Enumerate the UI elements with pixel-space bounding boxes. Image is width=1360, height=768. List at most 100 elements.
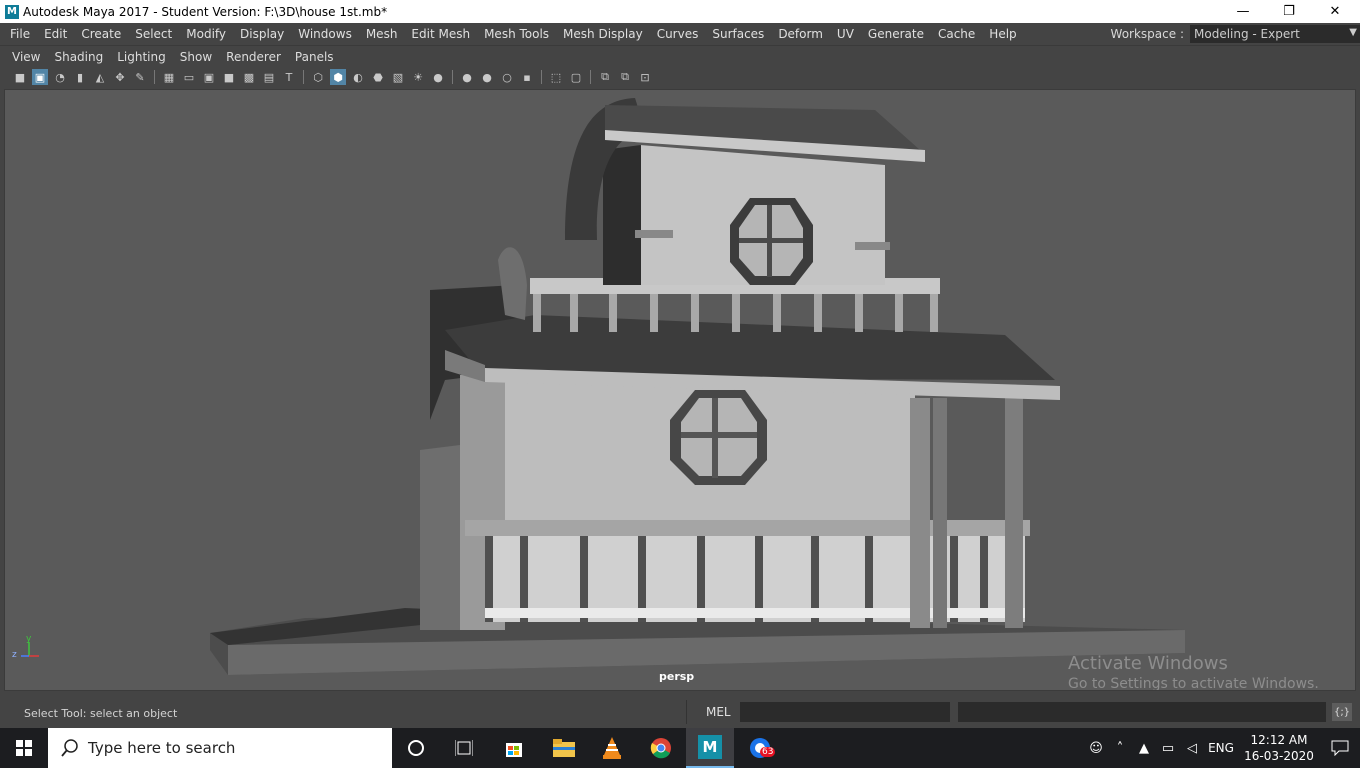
menu-file[interactable]: File: [0, 27, 37, 41]
windows-taskbar: Type here to search M 63 ☺ ˄ ▲ ▭ ◁ ENG 1…: [0, 728, 1360, 768]
panel-menu-view[interactable]: View: [0, 50, 47, 64]
perspective-viewport[interactable]: y z persp Activate Windows Go to Setting…: [4, 89, 1356, 691]
cortana-icon[interactable]: [392, 728, 440, 768]
textured-icon[interactable]: ▧: [390, 69, 406, 85]
menu-edit[interactable]: Edit: [37, 27, 74, 41]
action-center-icon[interactable]: [1320, 728, 1360, 768]
house-model-render: [210, 98, 1185, 675]
activate-windows-watermark: Activate Windows Go to Settings to activ…: [1068, 653, 1319, 691]
toolbar-separator: [452, 70, 453, 84]
close-button[interactable]: ✕: [1312, 0, 1358, 23]
menu-cache[interactable]: Cache: [931, 27, 982, 41]
start-button[interactable]: [0, 728, 48, 768]
search-icon: [61, 739, 78, 757]
resolution-gate-icon[interactable]: ▣: [201, 69, 217, 85]
menu-surfaces[interactable]: Surfaces: [705, 27, 771, 41]
watermark-subtitle: Go to Settings to activate Windows.: [1068, 676, 1319, 691]
menu-curves[interactable]: Curves: [650, 27, 706, 41]
safe-action-icon[interactable]: ▤: [261, 69, 277, 85]
vlc-icon[interactable]: [588, 728, 636, 768]
workspace-value: Modeling - Expert: [1194, 27, 1300, 41]
chevron-down-icon: ▼: [1349, 27, 1357, 38]
menu-select[interactable]: Select: [128, 27, 179, 41]
maya-taskbar-icon[interactable]: M: [686, 728, 734, 768]
image-plane-icon[interactable]: ◭: [92, 69, 108, 85]
clock[interactable]: 12:12 AM 16-03-2020: [1238, 732, 1320, 764]
task-view-icon[interactable]: [440, 728, 488, 768]
autodesk-icon[interactable]: ▲: [1132, 728, 1156, 768]
network-icon[interactable]: ▭: [1156, 728, 1180, 768]
wireframe-on-shaded-icon[interactable]: ⬣: [370, 69, 386, 85]
bookmark-camera-icon[interactable]: ◔: [52, 69, 68, 85]
panel-menu-panels[interactable]: Panels: [288, 50, 341, 64]
field-chart-icon[interactable]: ▩: [241, 69, 257, 85]
command-input[interactable]: [740, 702, 950, 722]
shadows-icon[interactable]: ●: [430, 69, 446, 85]
panel-menu-shading[interactable]: Shading: [47, 50, 110, 64]
two-d-pan-icon[interactable]: ✥: [112, 69, 128, 85]
people-icon[interactable]: ☺: [1084, 728, 1108, 768]
camera-attributes-icon[interactable]: ▣: [32, 69, 48, 85]
menu-display[interactable]: Display: [233, 27, 291, 41]
mel-toggle[interactable]: MEL: [706, 705, 731, 719]
grease-pencil-icon[interactable]: ✎: [132, 69, 148, 85]
chrome-icon[interactable]: [637, 728, 685, 768]
menu-create[interactable]: Create: [74, 27, 128, 41]
menu-mesh-tools[interactable]: Mesh Tools: [477, 27, 556, 41]
menu-edit-mesh[interactable]: Edit Mesh: [404, 27, 477, 41]
film-gate-icon[interactable]: ▭: [181, 69, 197, 85]
panel-menu-bar: View Shading Lighting Show Renderer Pane…: [0, 45, 1360, 67]
taskbar-search[interactable]: Type here to search: [48, 728, 392, 768]
panel-menu-lighting[interactable]: Lighting: [110, 50, 173, 64]
maximize-button[interactable]: ❐: [1266, 0, 1312, 23]
depth-of-field-icon[interactable]: ▪: [519, 69, 535, 85]
menu-uv[interactable]: UV: [830, 27, 861, 41]
use-all-lights-icon[interactable]: ☀: [410, 69, 426, 85]
isolate-select-icon[interactable]: ⬚: [548, 69, 564, 85]
safe-title-icon[interactable]: T: [281, 69, 297, 85]
microsoft-store-icon[interactable]: [490, 728, 538, 768]
toolbar-separator: [541, 70, 542, 84]
panel-menu-renderer[interactable]: Renderer: [219, 50, 288, 64]
camera-icon[interactable]: ■: [12, 69, 28, 85]
workspace-selector: Workspace : Modeling - Expert ▼: [1111, 23, 1360, 45]
panel-menu-show[interactable]: Show: [173, 50, 219, 64]
script-editor-icon[interactable]: {;}: [1332, 703, 1352, 721]
toolbar-separator: [303, 70, 304, 84]
help-line-text: Select Tool: select an object: [24, 707, 178, 720]
bookmark-icon[interactable]: ▮: [72, 69, 88, 85]
smooth-shade-icon[interactable]: ⬢: [330, 69, 346, 85]
notification-badge: 63: [760, 747, 776, 757]
menu-deform[interactable]: Deform: [771, 27, 830, 41]
axis-gizmo: y z: [11, 634, 41, 668]
chevron-up-icon[interactable]: ˄: [1108, 728, 1132, 768]
workspace-dropdown[interactable]: Modeling - Expert ▼: [1190, 25, 1360, 43]
file-explorer-icon[interactable]: [540, 728, 588, 768]
wireframe-icon[interactable]: ⬡: [310, 69, 326, 85]
minimize-button[interactable]: —: [1220, 0, 1266, 23]
menu-windows[interactable]: Windows: [291, 27, 359, 41]
maya-taskbar-glyph: M: [698, 735, 722, 759]
volume-icon[interactable]: ◁: [1180, 728, 1204, 768]
xray-icon[interactable]: ▢: [568, 69, 584, 85]
language-indicator[interactable]: ENG: [1204, 741, 1238, 755]
motion-blur-icon[interactable]: ●: [479, 69, 495, 85]
use-default-material-icon[interactable]: ◐: [350, 69, 366, 85]
gate-mask-icon[interactable]: ■: [221, 69, 237, 85]
menu-mesh[interactable]: Mesh: [359, 27, 405, 41]
grid-icon[interactable]: ▦: [161, 69, 177, 85]
messenger-icon[interactable]: 63: [736, 728, 784, 768]
clock-time: 12:12 AM: [1250, 733, 1308, 747]
xray-joints-icon[interactable]: ⧉: [617, 69, 633, 85]
menu-help[interactable]: Help: [982, 27, 1023, 41]
menu-generate[interactable]: Generate: [861, 27, 931, 41]
divider: [686, 700, 687, 724]
frame-all-icon[interactable]: ⊡: [637, 69, 653, 85]
menu-mesh-display[interactable]: Mesh Display: [556, 27, 650, 41]
xray-active-components-icon[interactable]: ⧉: [597, 69, 613, 85]
anti-aliasing-icon[interactable]: ○: [499, 69, 515, 85]
command-result-field: [958, 702, 1326, 722]
screen-space-ao-icon[interactable]: ●: [459, 69, 475, 85]
toolbar-separator: [590, 70, 591, 84]
menu-modify[interactable]: Modify: [179, 27, 233, 41]
